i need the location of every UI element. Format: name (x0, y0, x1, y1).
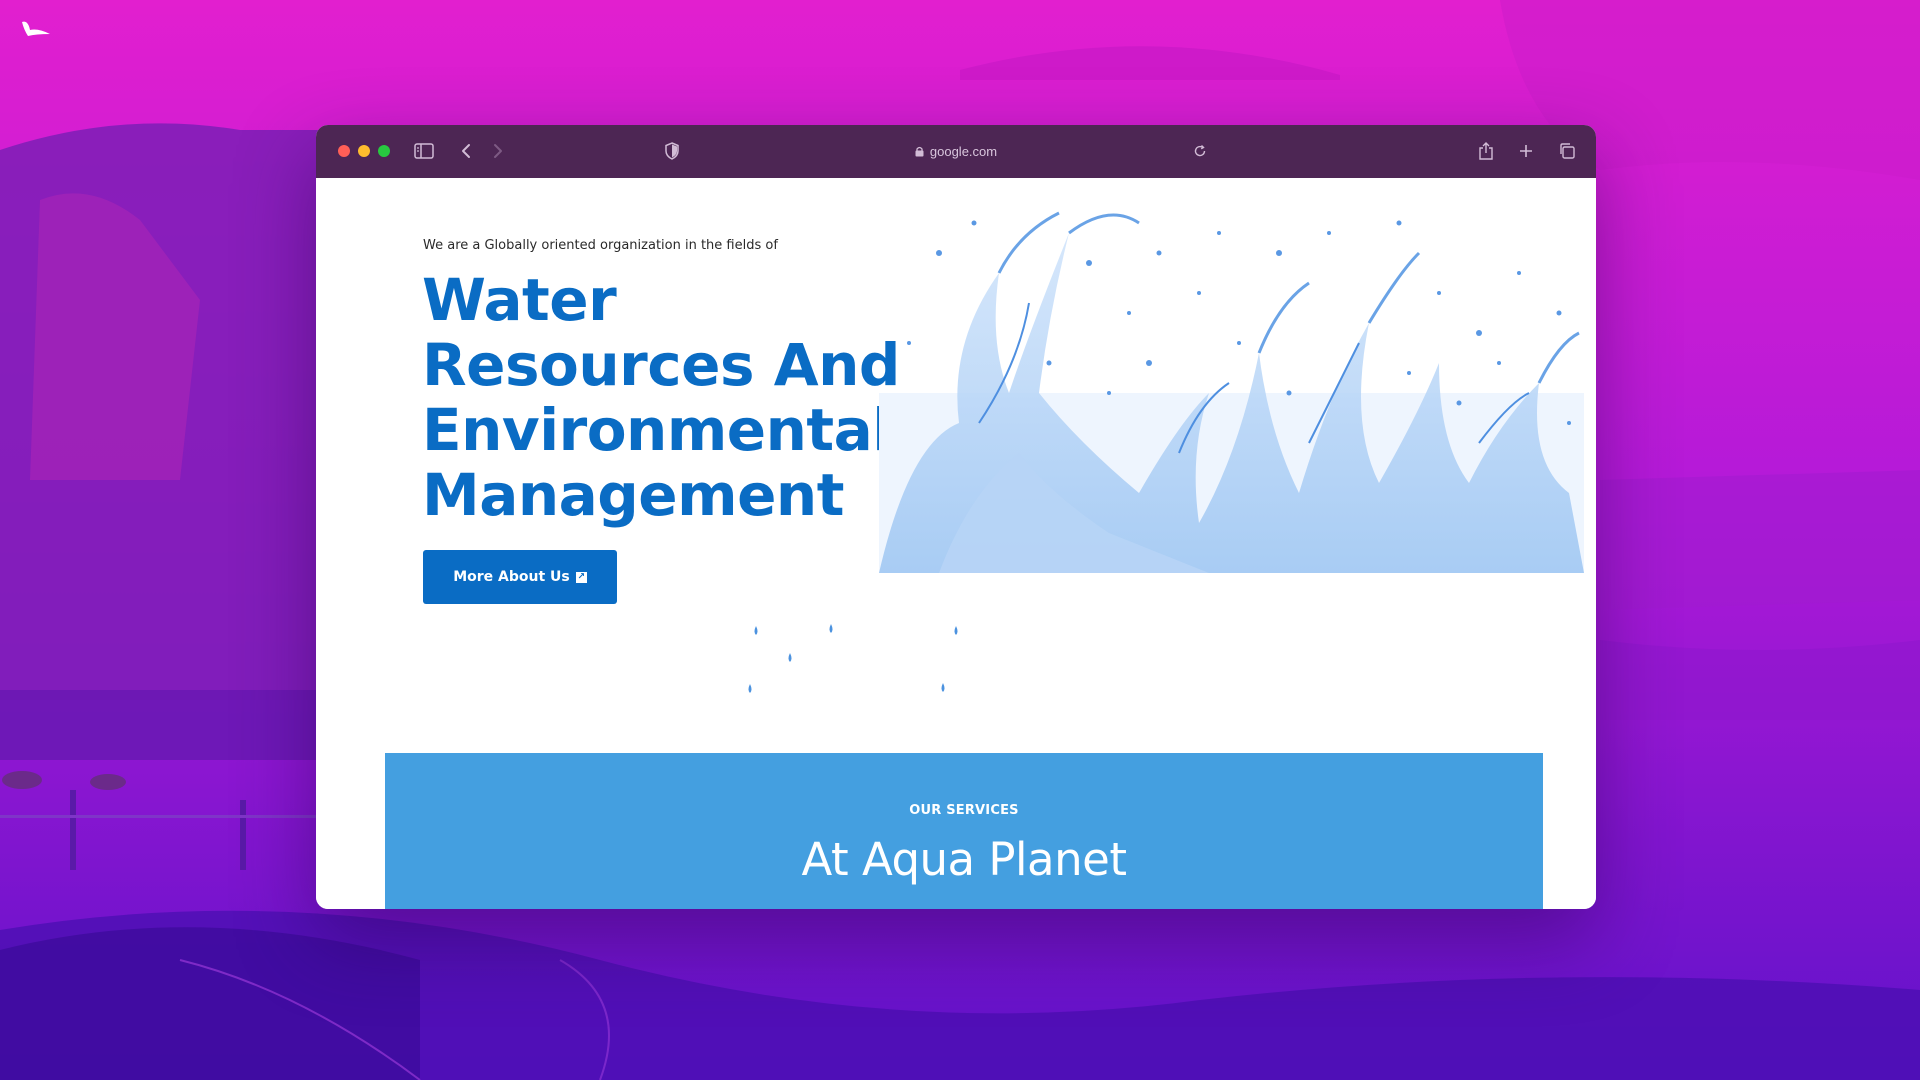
sidebar-icon[interactable] (412, 139, 436, 163)
browser-toolbar: google.com (316, 125, 1596, 178)
headline-line: Resources And (422, 331, 900, 399)
page-content: We are a Globally oriented organization … (316, 178, 1596, 909)
address-url: google.com (929, 143, 998, 159)
headline-line: Management (422, 461, 844, 529)
hero-tagline: We are a Globally oriented organization … (423, 238, 778, 253)
share-icon[interactable] (1474, 139, 1498, 163)
browser-window: google.com We are a Globally oriented or… (316, 125, 1596, 909)
lock-icon (915, 146, 924, 156)
new-tab-icon[interactable] (1514, 139, 1538, 163)
services-section: OUR SERVICES At Aqua Planet (385, 753, 1543, 909)
external-arrow-icon: ↗ (575, 571, 587, 583)
reload-icon[interactable] (1188, 139, 1212, 163)
services-eyebrow: OUR SERVICES (909, 803, 1019, 818)
tabs-overview-icon[interactable] (1555, 139, 1579, 163)
headline-line: Environmental (422, 396, 892, 464)
close-window-button[interactable] (338, 145, 350, 157)
zoom-window-button[interactable] (378, 145, 390, 157)
address-bar[interactable]: google.com (876, 140, 1036, 162)
water-splash-image (879, 211, 1584, 573)
hero-headline: Water Resources And Environmental Manage… (422, 266, 900, 529)
forward-icon[interactable] (486, 139, 510, 163)
services-title: At Aqua Planet (801, 833, 1127, 886)
minimize-window-button[interactable] (358, 145, 370, 157)
cta-label: More About Us (453, 569, 570, 585)
more-about-us-button[interactable]: More About Us ↗ (423, 550, 617, 604)
bird-logo-icon (22, 21, 50, 36)
headline-line: Water (422, 266, 617, 334)
shield-icon[interactable] (660, 139, 684, 163)
back-icon[interactable] (454, 139, 478, 163)
